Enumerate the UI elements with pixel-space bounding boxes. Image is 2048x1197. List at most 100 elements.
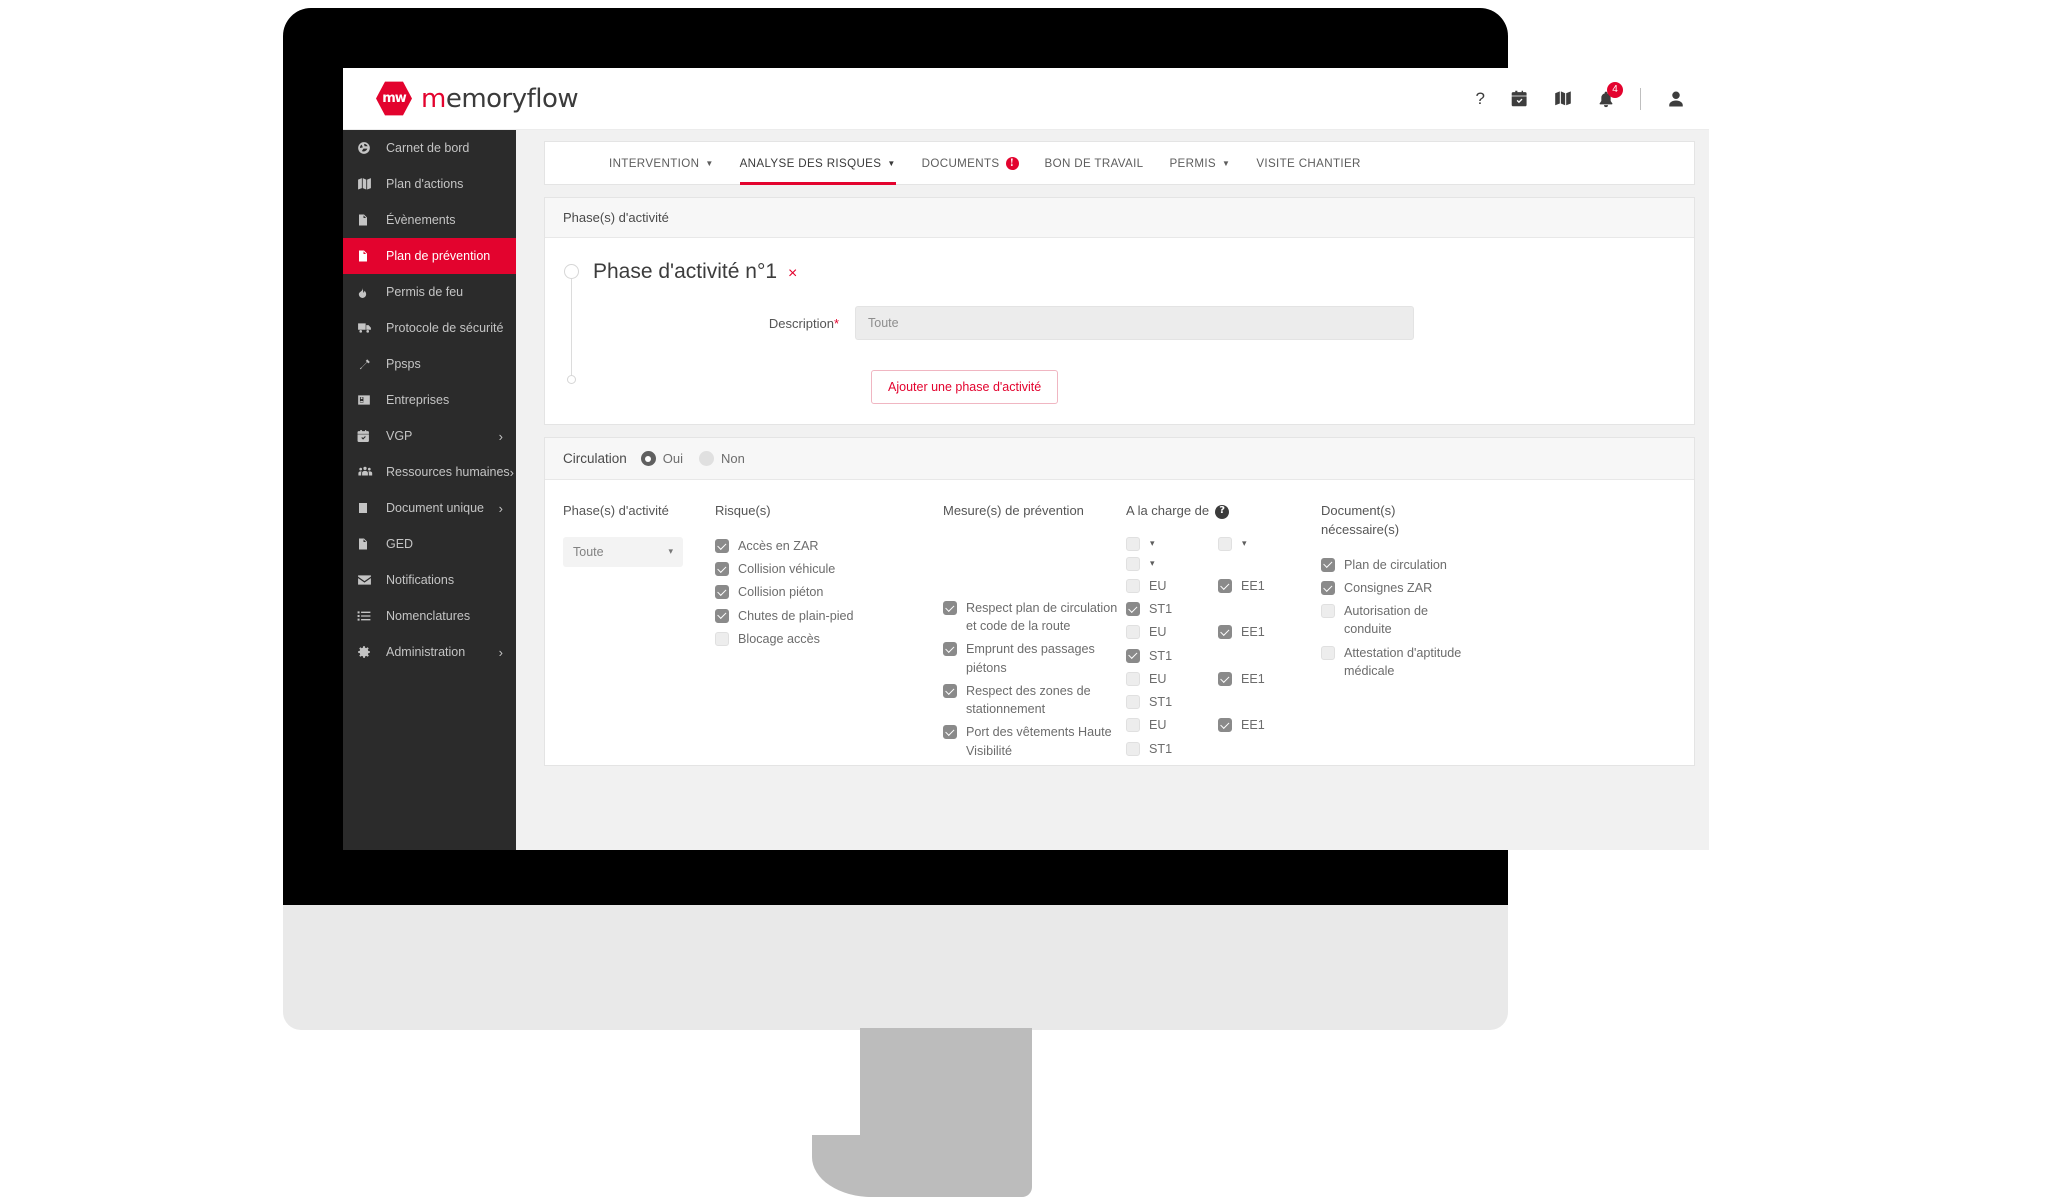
sidebar-item-administration[interactable]: Administration ›	[343, 634, 516, 670]
charge-item-eu[interactable]: EU	[1126, 623, 1218, 641]
sidebar-item-plan-d-actions[interactable]: Plan d'actions	[343, 166, 516, 202]
help-icon[interactable]: ?	[1476, 89, 1485, 109]
checkbox-icon[interactable]	[1218, 671, 1232, 686]
add-phase-button[interactable]: Ajouter une phase d'activité	[871, 370, 1059, 404]
charge-item-st1[interactable]: ST1	[1126, 740, 1321, 758]
document-item[interactable]: Attestation d'aptitude médicale	[1321, 644, 1471, 681]
checkbox-icon[interactable]	[1126, 718, 1140, 733]
risk-item[interactable]: Blocage accès	[715, 630, 943, 648]
sidebar-item-permis-de-feu[interactable]: Permis de feu	[343, 274, 516, 310]
checkbox-icon[interactable]	[943, 683, 957, 698]
charge-item-st1[interactable]: ST1	[1126, 600, 1321, 618]
checkbox-icon[interactable]	[1321, 557, 1335, 572]
charge-item-ee1[interactable]: EE1	[1218, 716, 1310, 734]
checkbox-icon[interactable]	[715, 585, 729, 600]
checkbox-icon[interactable]	[1126, 625, 1140, 640]
circulation-radio-oui[interactable]: Oui	[640, 451, 683, 466]
sidebar-item-v-nements[interactable]: Évènements	[343, 202, 516, 238]
charge-item-st1[interactable]: ST1	[1126, 647, 1321, 665]
help-icon[interactable]: ?	[1215, 504, 1230, 519]
risk-item[interactable]: Accès en ZAR	[715, 537, 943, 555]
risk-item[interactable]: Chutes de plain-pied	[715, 607, 943, 625]
sidebar-item-plan-de-pr-vention[interactable]: Plan de prévention	[343, 238, 516, 274]
sidebar-item-ressources-humaines[interactable]: Ressources humaines ›	[343, 454, 516, 490]
description-input[interactable]: Toute	[855, 306, 1414, 340]
measure-item[interactable]: Emprunt des passages piétons	[943, 640, 1126, 677]
map-icon[interactable]	[1554, 90, 1572, 107]
checkbox-icon[interactable]	[715, 631, 729, 646]
tab-bon-de-travail[interactable]: BON DE TRAVAIL	[1045, 141, 1144, 185]
checkbox-icon[interactable]	[1218, 718, 1232, 733]
checkbox-icon[interactable]	[715, 562, 729, 577]
charge-item-eu[interactable]: EU	[1126, 716, 1218, 734]
calendar-icon[interactable]	[1511, 90, 1528, 107]
tab-intervention[interactable]: INTERVENTION ▼	[609, 141, 714, 185]
tab-permis[interactable]: PERMIS ▼	[1169, 141, 1230, 185]
chevron-down-icon[interactable]: ▾	[1242, 538, 1247, 549]
charge-item-ee1[interactable]: EE1	[1218, 670, 1310, 688]
charge-item-ee1[interactable]: EE1	[1218, 577, 1310, 595]
sidebar-item-nomenclatures[interactable]: Nomenclatures	[343, 598, 516, 634]
checkbox-icon[interactable]	[1126, 741, 1140, 756]
measure-item[interactable]: Port des vêtements Haute Visibilité	[943, 723, 1126, 760]
sidebar-item-ged[interactable]: GED	[343, 526, 516, 562]
sidebar-item-notifications[interactable]: Notifications	[343, 562, 516, 598]
charge-dropdown[interactable]: ▾	[1126, 556, 1218, 571]
avatar[interactable]	[1667, 90, 1685, 108]
chevron-down-icon[interactable]: ▾	[1150, 558, 1155, 569]
checkbox-icon[interactable]	[1321, 604, 1335, 619]
tab-documents[interactable]: DOCUMENTS!	[922, 141, 1019, 185]
circulation-header: Circulation Oui Non	[545, 438, 1694, 480]
checkbox-icon[interactable]	[1126, 602, 1140, 617]
close-icon[interactable]: ×	[788, 265, 797, 283]
risk-item[interactable]: Collision piéton	[715, 583, 943, 601]
checkbox-icon[interactable]	[943, 725, 957, 740]
sidebar-item-vgp[interactable]: VGP ›	[343, 418, 516, 454]
measure-item[interactable]: Respect plan de circulation et code de l…	[943, 599, 1126, 636]
circulation-radio-non[interactable]: Non	[699, 451, 745, 466]
checkbox-icon[interactable]	[943, 600, 957, 615]
column-measures-header: Mesure(s) de prévention	[943, 503, 1084, 518]
checkbox-icon[interactable]	[1126, 695, 1140, 710]
document-item[interactable]: Plan de circulation	[1321, 556, 1471, 574]
checkbox-label: Autorisation de conduite	[1344, 604, 1429, 637]
memoryflow-hex-icon: mw	[376, 81, 412, 116]
sidebar-item-carnet-de-bord[interactable]: Carnet de bord	[343, 130, 516, 166]
checkbox-icon[interactable]	[715, 538, 729, 553]
sidebar-item-protocole-de-s-curit[interactable]: Protocole de sécurité	[343, 310, 516, 346]
tab-analyse-des-risques[interactable]: ANALYSE DES RISQUES ▼	[739, 141, 896, 185]
checkbox-label: Port des vêtements Haute Visibilité	[966, 725, 1112, 758]
charge-item-eu[interactable]: EU	[1126, 577, 1218, 595]
bell-icon[interactable]: 4	[1598, 81, 1623, 108]
chevron-down-icon[interactable]: ▾	[1150, 538, 1155, 549]
checkbox-icon[interactable]	[1321, 580, 1335, 595]
phase-select-dropdown[interactable]: Toute ▾	[563, 536, 683, 567]
charge-dropdown[interactable]: ▾	[1126, 536, 1218, 551]
checkbox-icon[interactable]	[1126, 536, 1140, 551]
sidebar-item-document-unique[interactable]: Document unique ›	[343, 490, 516, 526]
charge-item-ee1[interactable]: EE1	[1218, 623, 1310, 641]
document-item[interactable]: Autorisation de conduite	[1321, 602, 1471, 639]
measure-item[interactable]: Respect des zones de stationnement	[943, 682, 1126, 719]
checkbox-icon[interactable]	[1126, 578, 1140, 593]
checkbox-icon[interactable]	[1321, 645, 1335, 660]
checkbox-icon[interactable]	[1126, 556, 1140, 571]
checkbox-icon[interactable]	[943, 642, 957, 657]
charge-item-eu[interactable]: EU	[1126, 670, 1218, 688]
tab-visite-chantier[interactable]: VISITE CHANTIER	[1256, 141, 1360, 185]
checkbox-icon[interactable]	[1126, 648, 1140, 663]
sidebar-item-entreprises[interactable]: Entreprises	[343, 382, 516, 418]
checkbox-icon[interactable]	[715, 608, 729, 623]
checkbox-icon[interactable]	[1218, 625, 1232, 640]
checkbox-icon[interactable]	[1126, 671, 1140, 686]
charge-dropdown[interactable]: ▾	[1218, 536, 1310, 551]
checkbox-label: Respect des zones de stationnement	[966, 683, 1091, 717]
checkbox-icon[interactable]	[1218, 578, 1232, 593]
brand-logo[interactable]: mw memoryflow	[376, 81, 579, 117]
sidebar-item-ppsps[interactable]: Ppsps	[343, 346, 516, 382]
circulation-radio-group: Oui Non	[640, 451, 745, 466]
charge-item-st1[interactable]: ST1	[1126, 693, 1321, 711]
checkbox-icon[interactable]	[1218, 536, 1232, 551]
document-item[interactable]: Consignes ZAR	[1321, 579, 1471, 597]
risk-item[interactable]: Collision véhicule	[715, 560, 943, 578]
